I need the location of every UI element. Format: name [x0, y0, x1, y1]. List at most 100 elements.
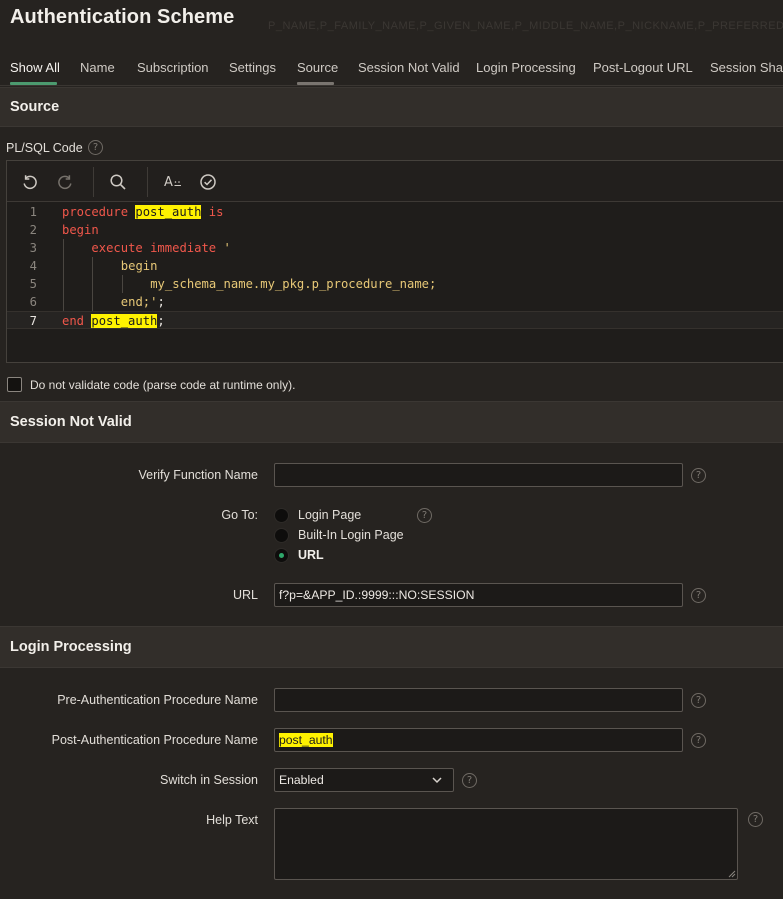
- indent-guide: [63, 239, 64, 257]
- section-title: Source: [10, 99, 60, 115]
- goto-label: Go To:: [221, 508, 258, 522]
- code-token: post_auth: [135, 205, 202, 219]
- tab-post-logout-url[interactable]: Post-Logout URL: [593, 60, 693, 75]
- no-validate-checkbox[interactable]: [7, 377, 22, 392]
- tab-settings[interactable]: Settings: [229, 60, 276, 75]
- help-icon[interactable]: ?: [691, 733, 706, 748]
- code-text: begin: [121, 257, 158, 275]
- tab-name[interactable]: Name: [80, 60, 115, 75]
- pre-auth-input[interactable]: [274, 688, 683, 712]
- section-header-session-not-valid: Session Not Valid: [0, 401, 783, 443]
- line-number: 7: [29, 314, 37, 328]
- editor-toolbar: A: [7, 161, 783, 202]
- select-value: Enabled: [279, 773, 324, 787]
- code-token: is: [201, 205, 224, 219]
- source-tab-indicator: [297, 82, 334, 85]
- radio-built-in-login-page[interactable]: Built-In Login Page: [274, 526, 404, 544]
- help-text-textarea[interactable]: [274, 808, 738, 880]
- line-number: 2: [29, 223, 37, 237]
- undo-icon[interactable]: [18, 170, 42, 194]
- code-token: begin: [120, 259, 158, 273]
- code-text: end post_auth;: [62, 312, 165, 330]
- code-token: procedure: [62, 205, 136, 219]
- indent-guide: [63, 275, 64, 293]
- code-text: end;';: [121, 293, 165, 311]
- help-icon[interactable]: ?: [691, 468, 706, 483]
- post-auth-value: post_auth: [279, 733, 333, 747]
- url-label: URL: [232, 588, 258, 602]
- pre-auth-label: Pre-Authentication Procedure Name: [57, 693, 258, 707]
- help-icon[interactable]: ?: [417, 508, 432, 523]
- code-token: begin: [62, 223, 99, 237]
- tab-show-all[interactable]: Show All: [10, 60, 60, 75]
- tab-subscription[interactable]: Subscription: [137, 60, 209, 75]
- no-validate-label: Do not validate code (parse code at runt…: [30, 378, 296, 392]
- verify-function-label: Verify Function Name: [138, 468, 259, 482]
- code-line[interactable]: 1 procedure post_auth is: [7, 203, 783, 221]
- switch-in-session-select[interactable]: Enabled: [274, 768, 454, 792]
- page-title: Authentication Scheme: [10, 6, 235, 28]
- switch-in-session-label: Switch in Session: [160, 773, 258, 787]
- line-number: 5: [29, 277, 37, 291]
- tab-session-sharing[interactable]: Session Shari: [710, 60, 783, 75]
- code-token: ;: [157, 314, 165, 328]
- help-icon[interactable]: ?: [748, 812, 763, 827]
- indent-guide: [121, 275, 123, 293]
- indent-guide: [92, 293, 94, 311]
- radio-url[interactable]: URL: [274, 546, 324, 564]
- radio-button[interactable]: [274, 507, 289, 523]
- radio-label: Login Page: [298, 508, 362, 522]
- code-line[interactable]: 3 execute immediate ': [7, 239, 783, 257]
- help-text-label: Help Text: [206, 813, 258, 827]
- verify-function-input[interactable]: [274, 463, 683, 487]
- code-editor[interactable]: A 1 procedure post_auth is 2 begin 3 execute …: [6, 160, 783, 363]
- help-icon[interactable]: ?: [88, 140, 103, 155]
- code-line[interactable]: 4 begin: [7, 257, 783, 275]
- code-token: post_auth: [91, 314, 158, 328]
- indent-guide: [63, 293, 64, 311]
- tab-source[interactable]: Source: [297, 60, 338, 75]
- help-icon[interactable]: ?: [691, 588, 706, 603]
- indent-guide: [63, 257, 64, 275]
- code-body[interactable]: 1 procedure post_auth is 2 begin 3 execute im…: [7, 203, 783, 329]
- url-input[interactable]: f?p=&APP_ID.:9999:::NO:SESSION: [274, 583, 683, 607]
- code-text: procedure post_auth is: [62, 203, 223, 221]
- indent-guide: [92, 257, 94, 275]
- redo-icon[interactable]: [53, 170, 77, 194]
- code-text: begin: [62, 221, 99, 239]
- help-icon[interactable]: ?: [691, 693, 706, 708]
- line-number: 3: [29, 241, 37, 255]
- chevron-down-icon: [432, 777, 442, 784]
- section-header-login-processing: Login Processing: [0, 626, 783, 668]
- code-token: execute immediate: [91, 241, 224, 255]
- radio-button-selected[interactable]: [274, 547, 289, 563]
- tab-login-processing[interactable]: Login Processing: [476, 60, 576, 75]
- section-title: Session Not Valid: [10, 414, 132, 430]
- validate-icon[interactable]: [196, 170, 220, 194]
- resize-handle-icon[interactable]: [727, 869, 736, 878]
- code-text: execute immediate ': [91, 239, 230, 257]
- code-token: end;': [120, 295, 158, 309]
- tab-bar: Show All Name Subscription Settings Sour…: [0, 52, 783, 86]
- indent-guide: [92, 275, 94, 293]
- code-line[interactable]: 7 end post_auth;: [7, 311, 783, 329]
- tab-session-not-valid[interactable]: Session Not Valid: [358, 60, 460, 75]
- help-icon[interactable]: ?: [462, 773, 477, 788]
- radio-button[interactable]: [274, 527, 289, 543]
- radio-label: URL: [298, 548, 324, 562]
- plsql-code-label: PL/SQL Code: [6, 141, 83, 155]
- line-number: 4: [29, 259, 37, 273]
- autocomplete-letter: A: [164, 174, 173, 190]
- code-line[interactable]: 2 begin: [7, 221, 783, 239]
- radio-login-page[interactable]: Login Page: [274, 506, 361, 524]
- search-icon[interactable]: [106, 170, 130, 194]
- code-line[interactable]: 5 my_schema_name.my_pkg.p_procedure_name;: [7, 275, 783, 293]
- code-line[interactable]: 6 end;';: [7, 293, 783, 311]
- code-token: ;: [157, 295, 165, 309]
- autocomplete-icon[interactable]: A: [160, 170, 186, 194]
- code-token: end: [62, 314, 92, 328]
- post-auth-input[interactable]: post_auth: [274, 728, 683, 752]
- radio-label: Built-In Login Page: [298, 528, 404, 542]
- line-number: 1: [29, 205, 37, 219]
- post-auth-label: Post-Authentication Procedure Name: [51, 733, 258, 747]
